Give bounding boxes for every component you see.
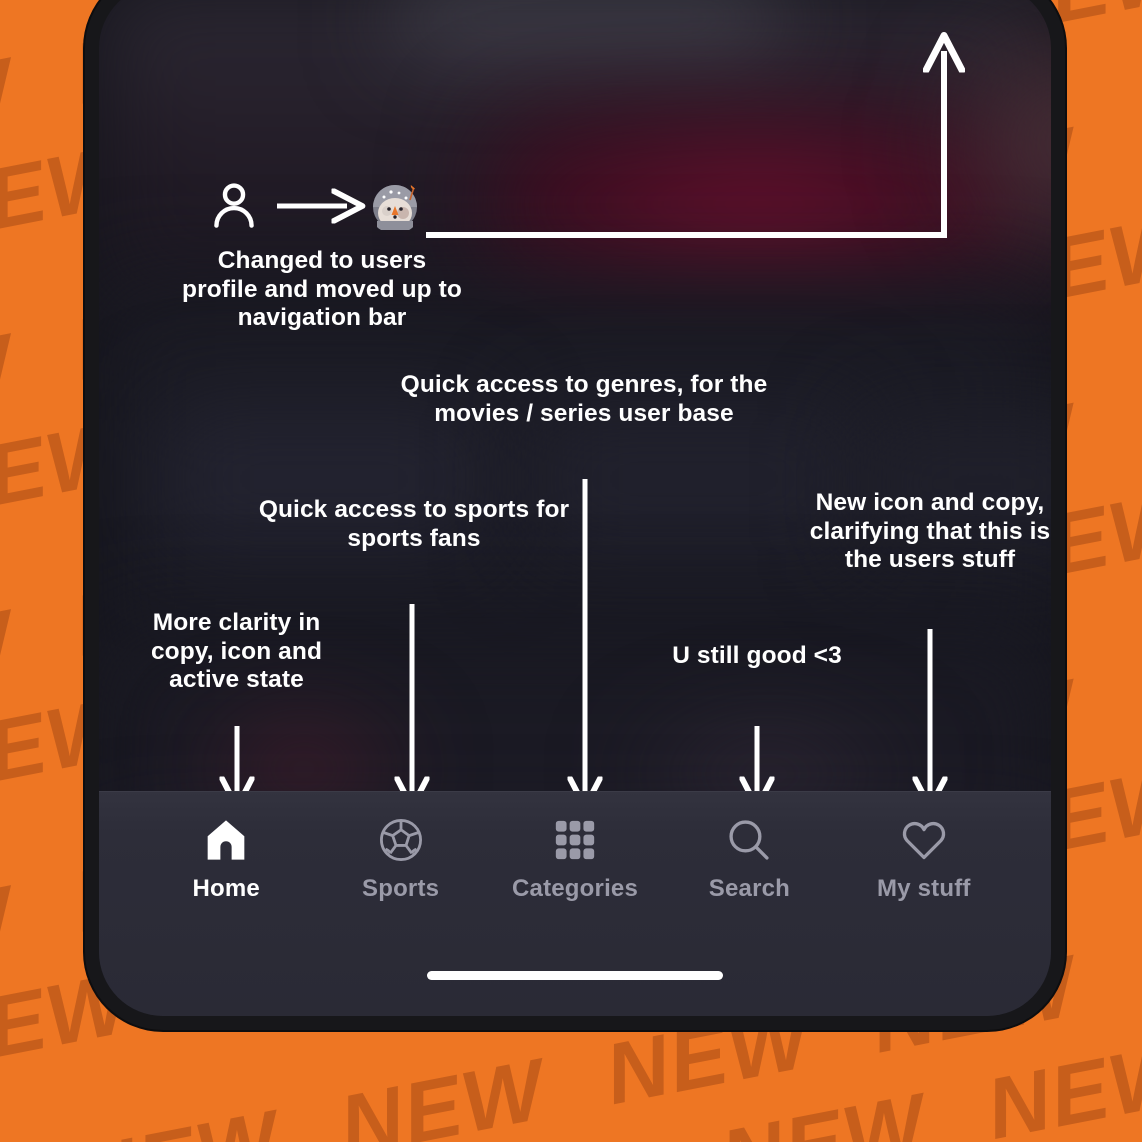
home-icon: [201, 814, 251, 866]
arrow-to-nav-bar: [426, 54, 944, 238]
annotation-sports: Quick access to sports for sports fans: [258, 496, 570, 552]
tab-categories-label: Categories: [511, 875, 639, 902]
tab-search[interactable]: Search: [662, 814, 836, 903]
bottom-tab-bar: Home Sports Categories Search My stuff: [99, 791, 1051, 1016]
user-avatar[interactable]: [368, 180, 422, 234]
tab-mystuff[interactable]: My stuff: [837, 814, 1011, 903]
search-icon: [724, 814, 774, 866]
annotation-categories: Quick access to genres, for the movies /…: [400, 371, 768, 427]
tab-mystuff-label: My stuff: [877, 875, 971, 902]
heart-icon: [899, 814, 949, 866]
soccer-ball-icon: [376, 814, 426, 866]
home-indicator[interactable]: [427, 971, 723, 980]
phone-device-frame: Changed to users profile and moved up to…: [85, 0, 1065, 1030]
annotation-mystuff: New icon and copy, clarifying that this …: [809, 489, 1051, 573]
tab-home-label: Home: [192, 875, 260, 902]
annotation-home: More clarity in copy, icon and active st…: [150, 609, 323, 693]
phone-screen: Changed to users profile and moved up to…: [99, 0, 1051, 1016]
person-icon: [214, 183, 254, 228]
grid-icon: [552, 814, 598, 866]
tab-home[interactable]: Home: [139, 814, 313, 903]
tab-sports-label: Sports: [362, 875, 440, 902]
annotation-search: U still good <3: [672, 642, 842, 669]
tab-categories[interactable]: Categories: [488, 814, 662, 903]
tab-sports[interactable]: Sports: [313, 814, 487, 903]
tab-search-label: Search: [708, 875, 791, 902]
annotation-profile: Changed to users profile and moved up to…: [182, 247, 462, 331]
